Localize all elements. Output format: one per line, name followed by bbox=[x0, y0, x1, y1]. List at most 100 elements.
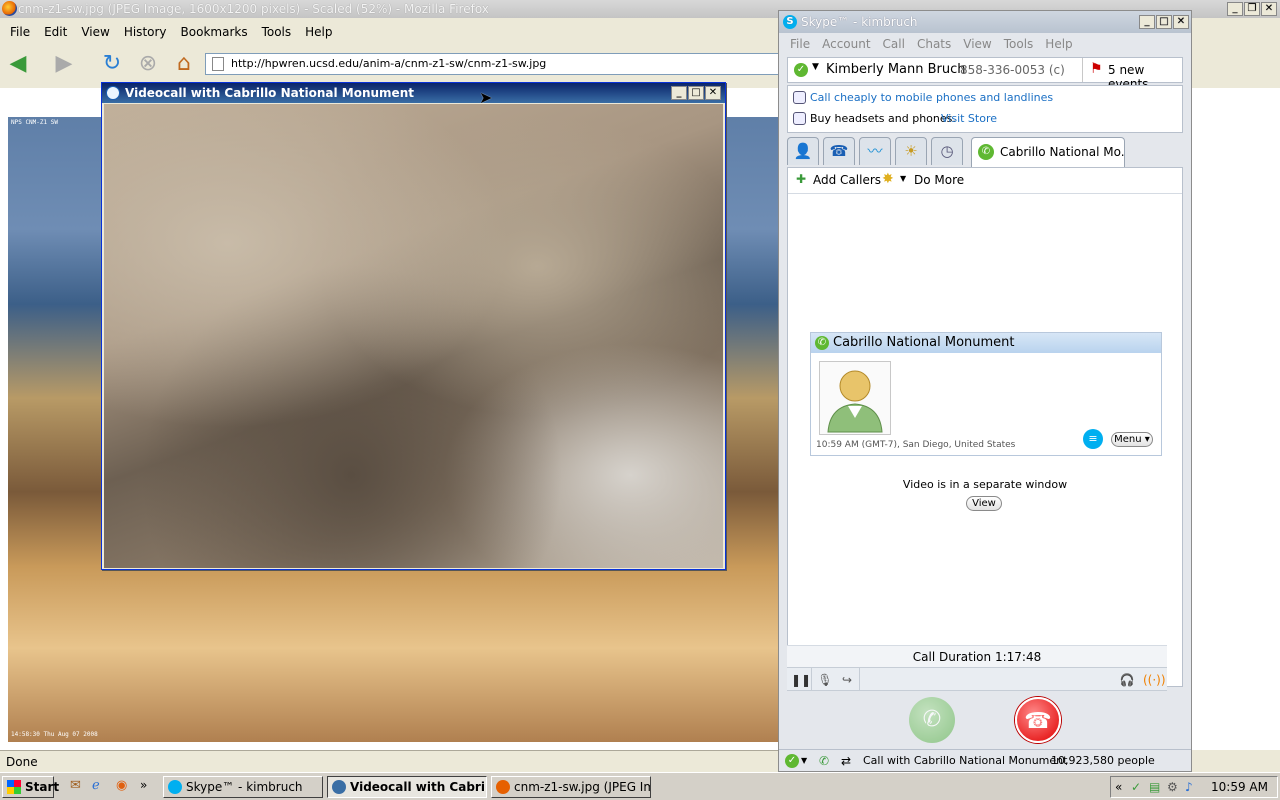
quicklaunch-ie-icon[interactable]: ℯ bbox=[92, 778, 100, 793]
tab-cabrillo-call[interactable]: ✆ Cabrillo National Mo.. bbox=[971, 137, 1125, 167]
skype-minimize-button[interactable]: _ bbox=[1139, 15, 1155, 29]
chat-bubble-icon[interactable]: ≡ bbox=[1083, 429, 1103, 449]
close-button[interactable]: ✕ bbox=[1261, 2, 1277, 16]
visit-store-link[interactable]: Visit Store bbox=[941, 112, 997, 125]
video-close-button[interactable]: ✕ bbox=[705, 86, 721, 100]
menu-tools[interactable]: Tools bbox=[255, 25, 299, 39]
url-text: http://hpwren.ucsd.edu/anim-a/cnm-z1-sw/… bbox=[231, 57, 547, 70]
skype-status-bar: ✓ ▼ ✆ ⇄ Call with Cabrillo National Monu… bbox=[779, 749, 1191, 789]
quicklaunch-firefox-icon[interactable]: ◉ bbox=[116, 778, 127, 793]
skype-menu-help[interactable]: Help bbox=[1039, 37, 1078, 51]
skype-menu-call[interactable]: Call bbox=[877, 37, 911, 51]
skype-title: Skype™ - kimbruch bbox=[801, 15, 918, 29]
videocall-title: Videocall with Cabrillo National Monumen… bbox=[125, 86, 414, 100]
menu-history[interactable]: History bbox=[117, 25, 174, 39]
call-tab-icon: ✆ bbox=[978, 144, 994, 160]
skype-menu-tools[interactable]: Tools bbox=[998, 37, 1040, 51]
video-minimize-button[interactable]: _ bbox=[671, 86, 687, 100]
minimize-button[interactable]: _ bbox=[1227, 2, 1243, 16]
firefox-task-icon bbox=[496, 780, 510, 794]
hangup-call-button[interactable]: ☎ bbox=[1015, 697, 1061, 743]
task-skype[interactable]: Skype™ - kimbruch bbox=[163, 776, 323, 798]
do-more-icon[interactable]: ✸ bbox=[882, 171, 894, 187]
tray-expand-icon[interactable]: « bbox=[1115, 777, 1122, 797]
menu-file[interactable]: File bbox=[3, 25, 37, 39]
skype-menu-view[interactable]: View bbox=[957, 37, 997, 51]
call-status-icon: ✆ bbox=[819, 754, 830, 768]
online-status-icon[interactable]: ✓ bbox=[794, 63, 808, 77]
status-dropdown-icon[interactable]: ▼ bbox=[812, 62, 819, 72]
photo-stamp-bottom: 14:58:30 Thu Aug 07 2008 bbox=[11, 731, 98, 738]
answer-call-button[interactable]: ✆ bbox=[909, 697, 955, 743]
contact-menu-button[interactable]: Menu ▾ bbox=[1111, 432, 1153, 447]
promo-call-link[interactable]: Call cheaply to mobile phones and landli… bbox=[810, 91, 1053, 104]
status-text: Done bbox=[6, 755, 38, 769]
mute-mic-icon[interactable]: 🎙 bbox=[817, 672, 833, 688]
avatar-person-icon bbox=[827, 370, 883, 433]
transfer-icon[interactable]: ↪ bbox=[839, 672, 855, 688]
firefox-status-bar: Done bbox=[0, 750, 780, 772]
page-icon bbox=[212, 57, 224, 71]
videocall-title-bar[interactable]: Videocall with Cabrillo National Monumen… bbox=[102, 83, 725, 103]
start-button[interactable]: Start bbox=[2, 776, 59, 798]
sun-tab-icon[interactable]: ☀ bbox=[895, 137, 927, 165]
photo-stamp-top: NPS CNM-Z1 SW bbox=[11, 119, 58, 126]
video-separate-note: Video is in a separate window bbox=[902, 478, 1068, 491]
menu-view[interactable]: View bbox=[74, 25, 116, 39]
status-dropdown-icon[interactable]: ▼ bbox=[801, 750, 807, 772]
add-callers-icon[interactable]: ✚ bbox=[796, 172, 806, 186]
do-more-dropdown-icon[interactable]: ▼ bbox=[900, 174, 906, 183]
avatar[interactable] bbox=[819, 361, 891, 435]
forward-icon[interactable]: ▶ bbox=[50, 50, 78, 78]
skype-menu-file[interactable]: File bbox=[784, 37, 816, 51]
skype-logo-icon: S bbox=[783, 15, 797, 29]
menu-help[interactable]: Help bbox=[298, 25, 339, 39]
skype-menu-account[interactable]: Account bbox=[816, 37, 876, 51]
add-callers-button[interactable]: Add Callers bbox=[813, 173, 881, 187]
do-more-button[interactable]: Do More bbox=[914, 173, 964, 187]
history-tab-icon[interactable]: ◷ bbox=[931, 137, 963, 165]
home-icon[interactable]: ⌂ bbox=[170, 50, 198, 78]
menu-edit[interactable]: Edit bbox=[37, 25, 74, 39]
tray-network-icon[interactable]: ▤ bbox=[1149, 777, 1160, 797]
videocall-window: Videocall with Cabrillo National Monumen… bbox=[101, 82, 726, 570]
view-video-button[interactable]: View bbox=[966, 496, 1002, 511]
status-online-icon[interactable]: ✓ bbox=[785, 754, 799, 768]
system-tray: « ✓ ▤ ⚙ ♪ 10:59 AM bbox=[1110, 776, 1278, 798]
skype-close-button[interactable]: ✕ bbox=[1173, 15, 1189, 29]
back-icon[interactable]: ◀ bbox=[4, 50, 32, 78]
tray-skype-icon[interactable]: ✓ bbox=[1131, 777, 1141, 797]
video-maximize-button[interactable]: □ bbox=[688, 86, 704, 100]
firefox-title: cnm-z1-sw.jpg (JPEG Image, 1600x1200 pix… bbox=[18, 2, 489, 16]
contact-name[interactable]: Cabrillo National Monument bbox=[833, 335, 1015, 350]
stop-icon[interactable]: ⊗ bbox=[134, 50, 162, 78]
skype-maximize-button[interactable]: □ bbox=[1156, 15, 1172, 29]
dialpad-tab-icon[interactable]: ☎ bbox=[823, 137, 855, 165]
menu-bookmarks[interactable]: Bookmarks bbox=[174, 25, 255, 39]
events-flag-icon[interactable]: ⚑ bbox=[1090, 61, 1103, 77]
call-duration-label: Call Duration bbox=[912, 650, 992, 664]
task-firefox[interactable]: cnm-z1-sw.jpg (JPEG Ima... bbox=[491, 776, 651, 798]
quicklaunch-more-icon[interactable]: » bbox=[140, 778, 147, 792]
contact-menu-label: Menu bbox=[1114, 434, 1142, 445]
task-videocall[interactable]: Videocall with Cabrill... bbox=[327, 776, 487, 798]
firefox-icon bbox=[2, 1, 17, 16]
skype-menu-chats[interactable]: Chats bbox=[911, 37, 957, 51]
reload-icon[interactable]: ↻ bbox=[98, 50, 126, 78]
live-tab-icon[interactable]: 〰 bbox=[859, 137, 891, 165]
url-bar[interactable]: http://hpwren.ucsd.edu/anim-a/cnm-z1-sw/… bbox=[205, 53, 780, 75]
tray-settings-icon[interactable]: ⚙ bbox=[1167, 777, 1178, 797]
quicklaunch-mail-icon[interactable]: ✉ bbox=[70, 778, 81, 793]
tray-volume-icon[interactable]: ♪ bbox=[1185, 777, 1193, 797]
headset-icon[interactable]: 🎧 bbox=[1119, 672, 1135, 688]
skype-menu-bar: File Account Call Chats View Tools Help bbox=[779, 33, 1191, 55]
call-duration-value: 1:17:48 bbox=[994, 650, 1042, 664]
task-firefox-label: cnm-z1-sw.jpg (JPEG Ima... bbox=[514, 780, 650, 794]
restore-button[interactable]: ❐ bbox=[1244, 2, 1260, 16]
skype-title-bar[interactable]: S Skype™ - kimbruch _ □ ✕ bbox=[779, 11, 1191, 33]
call-quality-icon[interactable]: ((·)) bbox=[1143, 672, 1166, 688]
contact-location: 10:59 AM (GMT-7), San Diego, United Stat… bbox=[816, 440, 1016, 450]
hold-icon[interactable]: ❚❚ bbox=[791, 672, 811, 688]
contacts-tab-icon[interactable]: 👤 bbox=[787, 137, 819, 165]
profile-name[interactable]: Kimberly Mann Bruch bbox=[826, 62, 966, 77]
